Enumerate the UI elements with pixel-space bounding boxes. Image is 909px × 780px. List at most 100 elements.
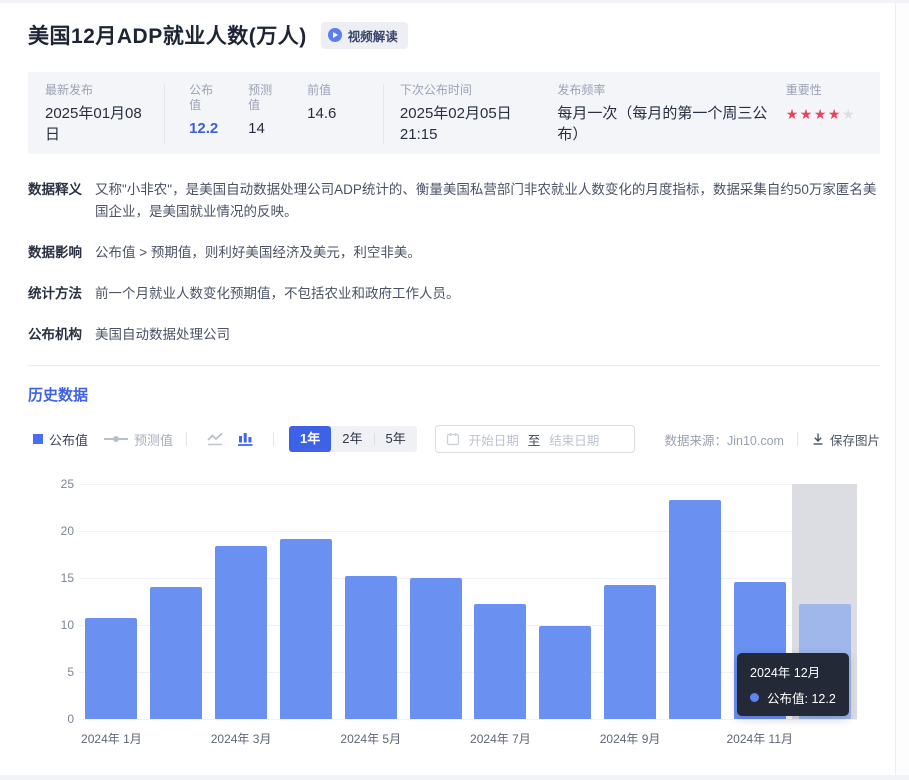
date-range-separator: 至 — [528, 430, 541, 449]
tooltip-value: 公布值: 12.2 — [767, 688, 836, 707]
bar-chart-icon — [235, 430, 255, 448]
info-label: 数据影响 — [28, 242, 95, 264]
end-date-placeholder[interactable]: 结束日期 — [549, 430, 599, 449]
data-source-label: 数据来源：Jin10.com — [665, 430, 784, 449]
stat-value: 2025年02月05日 21:15 — [400, 103, 557, 145]
stat-importance: 重要性 ★★★★★ — [786, 83, 880, 145]
download-icon — [811, 432, 825, 446]
save-image-label: 保存图片 — [830, 430, 880, 449]
legend-label: 公布值 — [49, 430, 88, 449]
line-chart-icon — [205, 430, 225, 448]
gridline — [79, 484, 857, 485]
play-icon — [328, 28, 342, 42]
stat-previous-value: 前值 14.6 — [307, 83, 383, 145]
line-chart-toggle[interactable] — [205, 430, 225, 448]
section-divider — [28, 365, 880, 366]
toolbar-divider — [273, 432, 274, 446]
stat-release-frequency: 发布频率 每月一次（每月的第一个周三公布） — [557, 83, 785, 145]
info-text: 美国自动数据处理公司 — [95, 324, 880, 346]
info-text: 前一个月就业人数变化预期值，不包括农业和政府工作人员。 — [95, 283, 880, 305]
toolbar-divider — [186, 432, 187, 446]
info-text: 又称"小非农"，是美国自动数据处理公司ADP统计的、衡量美国私营部门非农就业人数… — [95, 179, 880, 223]
bar-chart-toggle-active[interactable] — [235, 430, 255, 448]
gridline — [79, 719, 857, 720]
legend-published[interactable]: 公布值 — [33, 430, 88, 449]
info-label: 统计方法 — [28, 283, 95, 305]
header: 美国12月ADP就业人数(万人) 视频解读 — [28, 19, 880, 51]
info-label: 数据释义 — [28, 179, 95, 223]
stat-label: 预测值 — [248, 83, 274, 113]
info-row-method: 统计方法 前一个月就业人数变化预期值，不包括农业和政府工作人员。 — [28, 283, 880, 305]
chart-bar[interactable] — [474, 604, 526, 719]
info-label: 公布机构 — [28, 324, 95, 346]
tooltip-title: 2024年 12月 — [750, 662, 836, 681]
stat-label: 最新发布 — [45, 83, 164, 98]
x-axis-label: 2024年 9月 — [575, 730, 685, 747]
page-title: 美国12月ADP就业人数(万人) — [28, 20, 307, 50]
chart-bar[interactable] — [85, 618, 137, 719]
save-image-button[interactable]: 保存图片 — [811, 430, 880, 449]
legend-forecast[interactable]: 预测值 — [104, 430, 173, 449]
range-button-5y[interactable]: 5年 — [375, 426, 417, 452]
page-right-border — [895, 3, 909, 775]
stat-value-published: 12.2 — [189, 118, 248, 139]
chart-bar[interactable] — [604, 585, 656, 719]
stats-divider — [383, 84, 384, 144]
stat-next-release-time: 下次公布时间 2025年02月05日 21:15 — [400, 83, 557, 145]
toolbar-divider — [797, 432, 798, 446]
x-axis-label: 2024年 7月 — [445, 730, 555, 747]
chart-bar[interactable] — [345, 576, 397, 719]
legend-label: 预测值 — [134, 430, 173, 449]
stats-divider — [164, 84, 165, 144]
y-axis-label: 15 — [28, 570, 74, 586]
x-axis-label: 2024年 3月 — [186, 730, 296, 747]
star-empty-icon: ★ — [842, 106, 856, 122]
tooltip-series-dot-icon — [750, 693, 759, 702]
gridline — [79, 578, 857, 579]
chart-bar[interactable] — [669, 500, 721, 719]
y-axis-label: 10 — [28, 617, 74, 633]
stat-label: 下次公布时间 — [400, 83, 557, 98]
chart-tooltip: 2024年 12月 公布值: 12.2 — [737, 653, 849, 716]
gridline — [79, 531, 857, 532]
stat-label: 重要性 — [786, 83, 856, 98]
chart-bar[interactable] — [150, 587, 202, 719]
tooltip-row: 公布值: 12.2 — [750, 688, 836, 707]
legend-forecast-line-dot-icon — [104, 434, 128, 444]
indicator-descriptions: 数据释义 又称"小非农"，是美国自动数据处理公司ADP统计的、衡量美国私营部门非… — [28, 179, 880, 346]
stat-label: 发布频率 — [557, 83, 785, 98]
chart-toolbar: 公布值 预测值 1年 2年 5年 — [28, 425, 880, 453]
x-axis-label: 2024年 11月 — [705, 730, 815, 747]
history-data-heading: 历史数据 — [28, 384, 880, 405]
video-badge-label: 视频解读 — [348, 26, 398, 45]
range-button-2y[interactable]: 2年 — [331, 426, 373, 452]
history-chart[interactable]: 2024年 12月 公布值: 12.2 05101520252024年 1月20… — [28, 469, 880, 769]
date-range-picker[interactable]: 开始日期 至 结束日期 — [435, 425, 635, 453]
stats-bar: 最新发布 2025年01月08日 公布值 12.2 预测值 14 前值 14.6… — [28, 72, 880, 154]
x-axis-label: 2024年 1月 — [56, 730, 166, 747]
range-button-1y[interactable]: 1年 — [289, 426, 331, 452]
start-date-placeholder[interactable]: 开始日期 — [469, 430, 519, 449]
calendar-icon — [446, 432, 460, 446]
stat-latest-release: 最新发布 2025年01月08日 — [28, 83, 164, 145]
info-row-agency: 公布机构 美国自动数据处理公司 — [28, 324, 880, 346]
x-axis-label: 2024年 5月 — [316, 730, 426, 747]
video-explain-button[interactable]: 视频解读 — [321, 22, 408, 49]
chart-bar[interactable] — [539, 626, 591, 719]
page-bottom-border — [0, 775, 909, 780]
chart-bar[interactable] — [215, 546, 267, 719]
info-row-meaning: 数据释义 又称"小非农"，是美国自动数据处理公司ADP统计的、衡量美国私营部门非… — [28, 179, 880, 223]
stat-value: 14 — [248, 118, 307, 139]
chart-bar[interactable] — [410, 578, 462, 719]
y-axis-label: 25 — [28, 476, 74, 492]
info-row-impact: 数据影响 公布值 > 预期值，则利好美国经济及美元，利空非美。 — [28, 242, 880, 264]
stat-published-value: 公布值 12.2 — [189, 83, 248, 145]
chart-bar[interactable] — [280, 539, 332, 719]
legend-published-swatch-icon — [33, 434, 43, 444]
y-axis-label: 20 — [28, 523, 74, 539]
stat-value: 14.6 — [307, 103, 383, 124]
stat-label: 公布值 — [189, 83, 215, 113]
time-range-group: 1年 2年 5年 — [289, 426, 417, 452]
info-text: 公布值 > 预期值，则利好美国经济及美元，利空非美。 — [95, 242, 880, 264]
stat-value: 每月一次（每月的第一个周三公布） — [557, 103, 785, 145]
